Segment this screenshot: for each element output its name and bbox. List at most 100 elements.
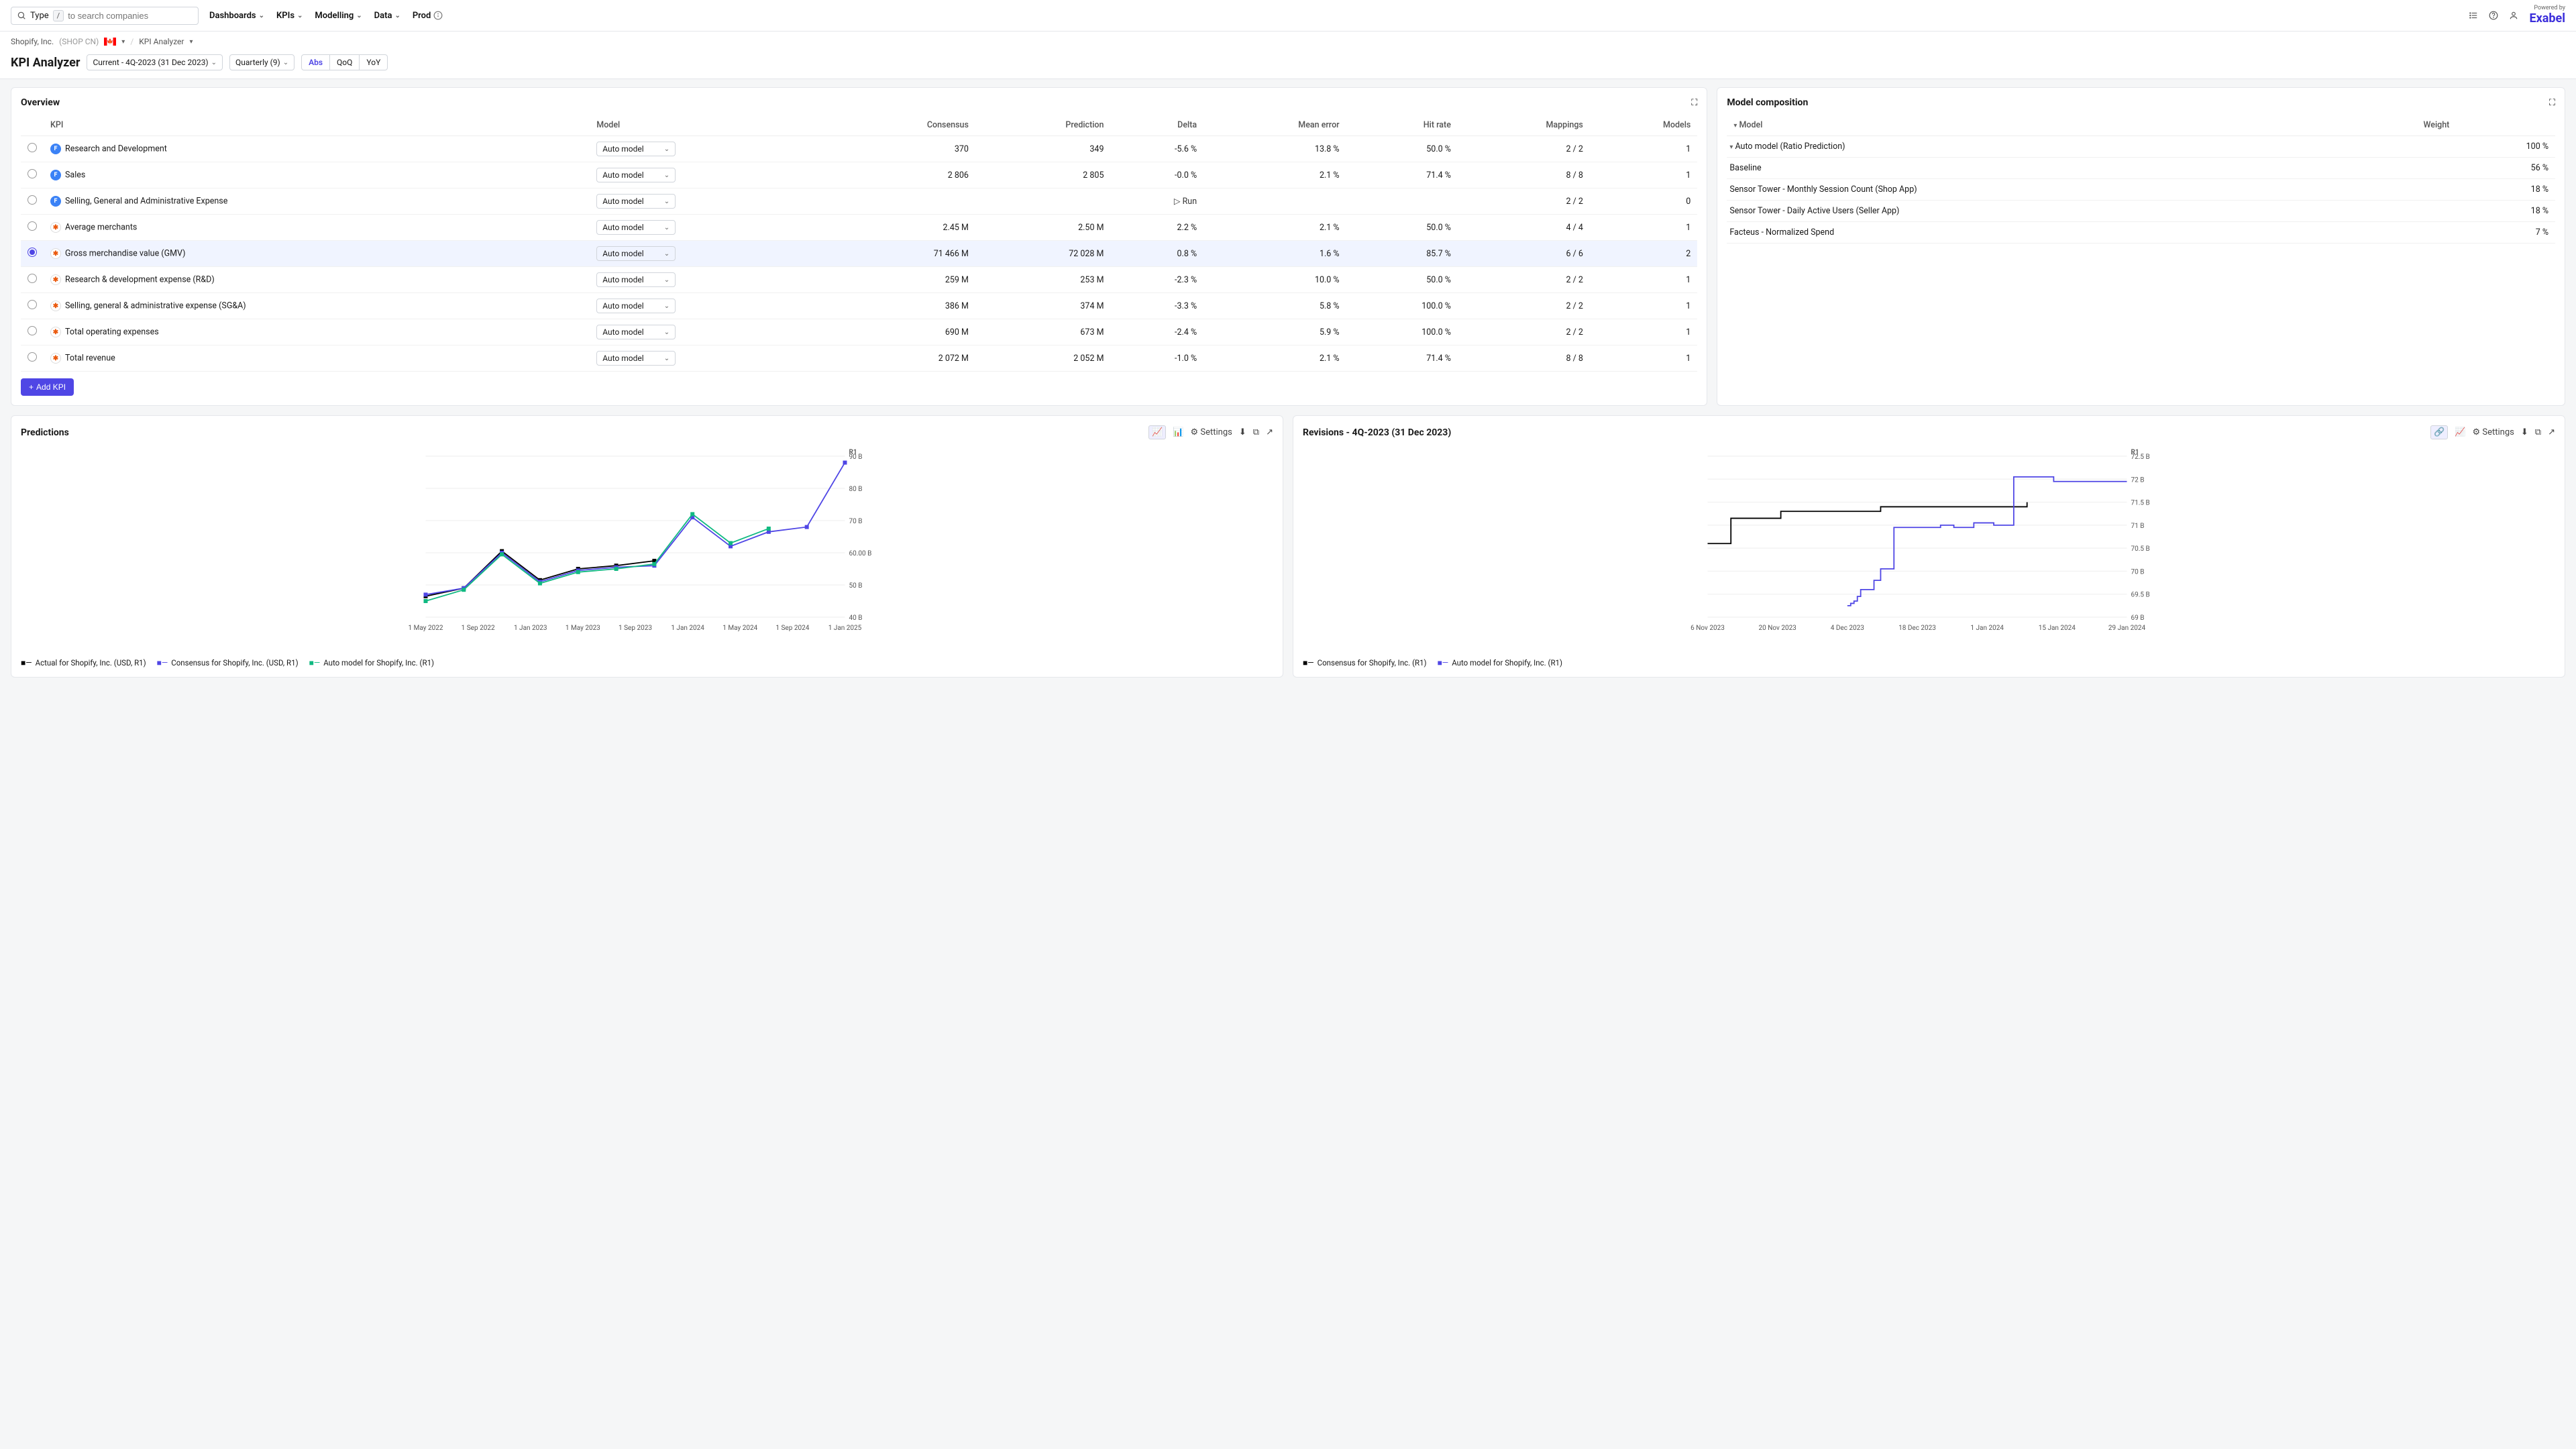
bar-chart-icon[interactable]: 📊 (1173, 427, 1183, 437)
breadcrumb-ticker: (SHOP CN) (59, 37, 99, 46)
breadcrumb-page[interactable]: KPI Analyzer (139, 37, 184, 46)
overview-table: KPI Model Consensus Prediction Delta Mea… (21, 115, 1697, 372)
row-radio[interactable] (28, 195, 37, 205)
search-box[interactable]: Type / (11, 7, 199, 25)
row-radio[interactable] (28, 143, 37, 152)
row-radio[interactable] (28, 274, 37, 283)
col-models: Models (1590, 115, 1697, 136)
company-dropdown-icon[interactable]: ▾ (121, 38, 125, 46)
copy-icon[interactable]: ⧉ (2535, 427, 2541, 437)
model-select[interactable]: Auto model ⌄ (596, 220, 676, 235)
download-icon[interactable]: ⬇ (1239, 427, 1246, 437)
nav-data[interactable]: Data ⌄ (374, 11, 400, 21)
search-input[interactable] (68, 11, 193, 21)
svg-text:70.5 B: 70.5 B (2131, 545, 2149, 553)
expand-icon[interactable]: ⛶ (1691, 98, 1697, 108)
download-icon[interactable]: ⬇ (2521, 427, 2528, 437)
logo: Powered by Exabel (2529, 5, 2565, 25)
model-select[interactable]: Auto model ⌄ (596, 325, 676, 339)
model-select[interactable]: Auto model ⌄ (596, 168, 676, 182)
nav-prod[interactable]: Prod (413, 11, 443, 21)
nav-menu: Dashboards ⌄ KPIs ⌄ Modelling ⌄ Data ⌄ P… (209, 11, 443, 21)
composition-row[interactable]: Sensor Tower - Daily Active Users (Selle… (1727, 201, 2555, 222)
model-select[interactable]: Auto model ⌄ (596, 351, 676, 366)
page-header: KPI Analyzer Current - 4Q-2023 (31 Dec 2… (0, 52, 2576, 79)
flag-canada-icon (104, 38, 116, 46)
settings-button[interactable]: ⚙ Settings (2473, 427, 2514, 437)
toggle-qoq[interactable]: QoQ (330, 55, 360, 70)
table-row[interactable]: ✱Gross merchandise value (GMV) Auto mode… (21, 241, 1697, 267)
frequency-selector[interactable]: Quarterly (9) ⌄ (229, 54, 294, 70)
line-chart-icon[interactable]: 📈 (2455, 427, 2465, 437)
help-icon[interactable] (2489, 11, 2498, 20)
table-row[interactable]: FSales Auto model ⌄ 2 8062 805-0.0 %2.1 … (21, 162, 1697, 189)
link-icon[interactable]: 🔗 (2430, 425, 2448, 439)
svg-text:4 Dec 2023: 4 Dec 2023 (1831, 625, 1864, 632)
composition-row[interactable]: Sensor Tower - Monthly Session Count (Sh… (1727, 179, 2555, 201)
composition-row[interactable]: ▾ Auto model (Ratio Prediction)100 % (1727, 136, 2555, 158)
table-row[interactable]: FResearch and Development Auto model ⌄ 3… (21, 136, 1697, 162)
line-chart-icon[interactable]: 📈 (1148, 425, 1166, 439)
model-select[interactable]: Auto model ⌄ (596, 194, 676, 209)
nav-kpis[interactable]: KPIs ⌄ (276, 11, 303, 21)
add-kpi-button[interactable]: + Add KPI (21, 378, 74, 396)
table-row[interactable]: FSelling, General and Administrative Exp… (21, 189, 1697, 215)
topbar: Type / Dashboards ⌄ KPIs ⌄ Modelling ⌄ D… (0, 0, 2576, 32)
svg-text:50 B: 50 B (849, 582, 862, 590)
list-icon[interactable] (2469, 11, 2478, 20)
revisions-panel: Revisions - 4Q-2023 (31 Dec 2023) 🔗 📈 ⚙ … (1293, 415, 2565, 678)
svg-text:R1: R1 (849, 449, 857, 456)
table-row[interactable]: ✱Average merchants Auto model ⌄ 2.45 M2.… (21, 215, 1697, 241)
composition-row[interactable]: Facteus - Normalized Spend7 % (1727, 222, 2555, 244)
col-hit-rate: Hit rate (1346, 115, 1458, 136)
table-row[interactable]: ✱Selling, general & administrative expen… (21, 293, 1697, 319)
current-period-selector[interactable]: Current - 4Q-2023 (31 Dec 2023) ⌄ (87, 54, 223, 70)
svg-text:R1: R1 (2131, 449, 2139, 456)
composition-row[interactable]: Baseline56 % (1727, 158, 2555, 179)
svg-text:29 Jan 2024: 29 Jan 2024 (2108, 625, 2146, 632)
toggle-abs[interactable]: Abs (302, 55, 330, 70)
toggle-yoy[interactable]: YoY (360, 55, 387, 70)
expand-icon[interactable]: ⛶ (2549, 98, 2555, 108)
settings-button[interactable]: ⚙ Settings (1191, 427, 1232, 437)
revisions-chart: 72.5 B72 B71.5 B71 B70.5 B70 B69.5 B69 B… (1303, 446, 2555, 654)
predictions-panel: Predictions 📈 📊 ⚙ Settings ⬇ ⧉ ↗ 90 B80 … (11, 415, 1283, 678)
nav-dashboards[interactable]: Dashboards ⌄ (209, 11, 264, 21)
kpi-type-icon: ✱ (50, 301, 61, 311)
row-radio[interactable] (28, 326, 37, 335)
user-icon[interactable] (2509, 11, 2518, 20)
row-radio[interactable] (28, 169, 37, 178)
row-radio[interactable] (28, 221, 37, 231)
svg-text:15 Jan 2024: 15 Jan 2024 (2039, 625, 2076, 632)
kpi-type-icon: F (50, 170, 61, 180)
open-external-icon[interactable]: ↗ (1266, 427, 1273, 437)
legend-item: ■— Auto model for Shopify, Inc. (R1) (1438, 658, 1562, 667)
table-row[interactable]: ✱Research & development expense (R&D) Au… (21, 267, 1697, 293)
legend-item: ■— Consensus for Shopify, Inc. (USD, R1) (157, 658, 299, 667)
open-external-icon[interactable]: ↗ (2548, 427, 2555, 437)
row-radio[interactable] (28, 352, 37, 362)
row-radio[interactable] (28, 300, 37, 309)
col-model: Model (590, 115, 831, 136)
breadcrumb-company[interactable]: Shopify, Inc. (11, 37, 54, 46)
model-select[interactable]: Auto model ⌄ (596, 272, 676, 287)
page-dropdown-icon[interactable]: ▾ (190, 38, 193, 46)
table-row[interactable]: ✱Total operating expenses Auto model ⌄ 6… (21, 319, 1697, 345)
row-radio[interactable] (28, 248, 37, 257)
legend-item: ■— Actual for Shopify, Inc. (USD, R1) (21, 658, 146, 667)
run-button[interactable]: ▷ Run (1174, 196, 1197, 207)
nav-modelling[interactable]: Modelling ⌄ (315, 11, 362, 21)
search-kbd: / (53, 10, 64, 21)
page-title: KPI Analyzer (11, 56, 80, 70)
svg-text:1 Sep 2022: 1 Sep 2022 (462, 625, 495, 632)
copy-icon[interactable]: ⧉ (1253, 427, 1259, 437)
svg-text:1 Sep 2023: 1 Sep 2023 (619, 625, 652, 632)
svg-text:1 May 2023: 1 May 2023 (566, 625, 600, 632)
col-mean-error: Mean error (1203, 115, 1346, 136)
table-row[interactable]: ✱Total revenue Auto model ⌄ 2 072 M2 052… (21, 345, 1697, 372)
model-select[interactable]: Auto model ⌄ (596, 142, 676, 156)
model-select[interactable]: Auto model ⌄ (596, 246, 676, 261)
svg-text:18 Dec 2023: 18 Dec 2023 (1898, 625, 1936, 632)
predictions-title: Predictions (21, 427, 69, 438)
model-select[interactable]: Auto model ⌄ (596, 299, 676, 313)
